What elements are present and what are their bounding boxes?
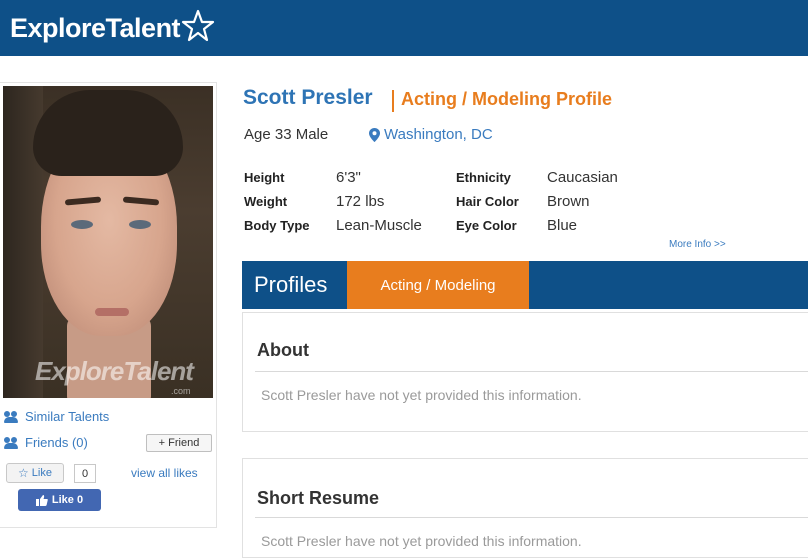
attr-value-eye-color: Blue [547, 217, 578, 234]
friends-link[interactable]: Friends (0) [4, 435, 88, 450]
logo-text-explore: Explore [10, 12, 106, 43]
like-count: 0 [74, 464, 96, 483]
short-resume-divider [255, 517, 808, 518]
photo-watermark-sub: .com [171, 386, 191, 396]
profile-photo[interactable]: ExploreTalent .com [3, 86, 213, 398]
title-divider [392, 90, 394, 112]
attr-label-eye-color: Eye Color [456, 218, 517, 233]
attr-label-hair-color: Hair Color [456, 194, 519, 209]
attr-value-height: 6'3" [336, 169, 361, 186]
attr-value-body-type: Lean-Muscle [336, 217, 422, 234]
tab-profiles[interactable]: Profiles [254, 272, 327, 298]
profile-sidebar: ExploreTalent .com [0, 82, 217, 528]
add-friend-button[interactable]: + Friend [146, 434, 212, 452]
similar-talents-link[interactable]: Similar Talents [4, 409, 109, 424]
profile-name: Scott Presler [243, 86, 373, 109]
people-icon [4, 436, 20, 449]
about-text: Scott Presler have not yet provided this… [261, 387, 582, 403]
thumbs-up-icon [35, 494, 48, 506]
attr-value-hair-color: Brown [547, 193, 590, 210]
facebook-like-label: Like 0 [51, 494, 84, 506]
similar-talents-label: Similar Talents [25, 409, 110, 424]
logo-text-talent: Talent [105, 12, 181, 43]
about-panel: About Scott Presler have not yet provide… [242, 312, 808, 432]
tab-acting-modeling[interactable]: Acting / Modeling [347, 261, 529, 309]
profile-tabs-bar: Profiles Acting / Modeling [242, 261, 808, 309]
like-button[interactable]: ☆ Like [6, 463, 64, 483]
attr-label-weight: Weight [244, 194, 288, 209]
photo-watermark: ExploreTalent [35, 356, 194, 386]
profile-type: Acting / Modeling Profile [401, 89, 612, 109]
friends-label: Friends (0) [25, 435, 88, 450]
attr-label-body-type: Body Type [244, 218, 310, 233]
age-sex: Age 33 Male [244, 126, 329, 143]
about-divider [255, 371, 808, 372]
like-button-label: Like [31, 467, 52, 479]
short-resume-title: Short Resume [257, 488, 380, 508]
view-all-likes-link[interactable]: view all likes [131, 466, 198, 480]
people-icon [4, 410, 20, 423]
more-info-link[interactable]: More Info >> [669, 239, 726, 250]
map-pin-icon [369, 127, 380, 142]
short-resume-panel: Short Resume Scott Presler have not yet … [242, 458, 808, 558]
about-title: About [257, 340, 309, 360]
location-link[interactable]: Washington, DC [369, 126, 493, 143]
location-label: Washington, DC [384, 126, 493, 143]
attr-label-ethnicity: Ethnicity [456, 170, 511, 185]
facebook-like-button[interactable]: Like 0 [18, 489, 101, 511]
attr-value-ethnicity: Caucasian [547, 169, 618, 186]
short-resume-text: Scott Presler have not yet provided this… [261, 533, 582, 549]
star-outline-icon: ☆ [18, 466, 29, 480]
star-icon [181, 9, 215, 42]
site-header: Explore Talent [0, 0, 808, 56]
attr-label-height: Height [244, 170, 285, 185]
attr-value-weight: 172 lbs [336, 193, 385, 210]
site-logo[interactable]: Explore Talent [10, 8, 215, 48]
